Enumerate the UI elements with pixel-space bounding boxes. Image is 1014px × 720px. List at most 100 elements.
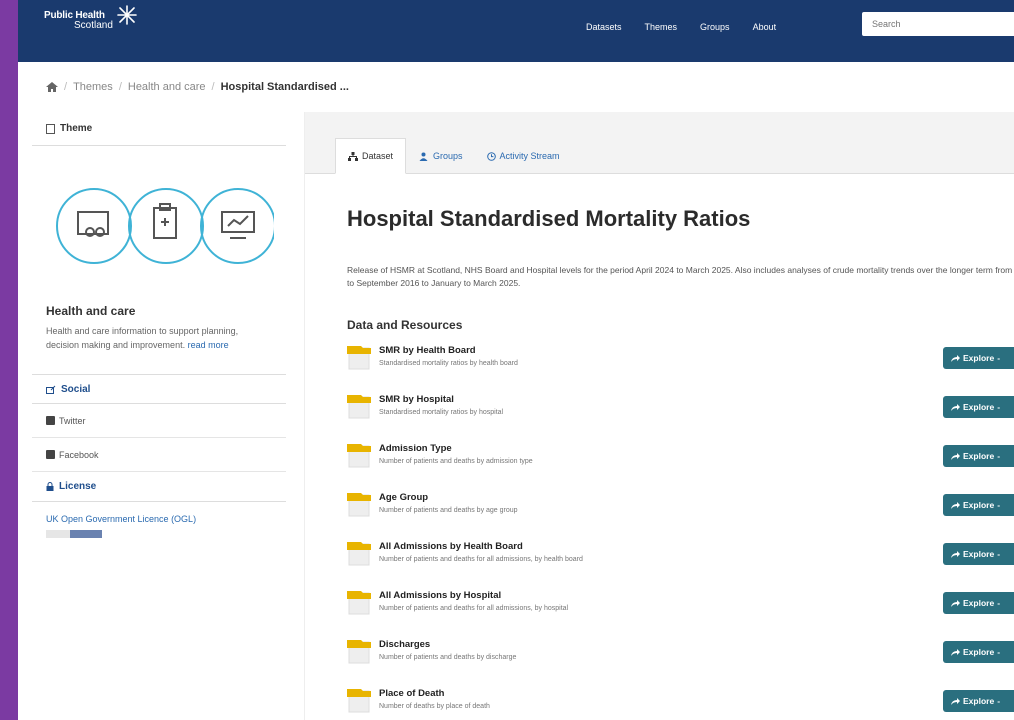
license-heading: License bbox=[32, 472, 286, 502]
share-icon bbox=[46, 385, 56, 394]
logo-line2: Scotland bbox=[74, 20, 113, 31]
open-data-badge-icon[interactable] bbox=[46, 530, 102, 538]
resource-item-4[interactable]: Age Group Number of patients and deaths … bbox=[347, 489, 1014, 538]
resource-item-5[interactable]: All Admissions by Health Board Number of… bbox=[347, 538, 1014, 587]
resource-description: Number of patients and deaths by admissi… bbox=[379, 458, 533, 465]
share-arrow-icon bbox=[951, 501, 960, 509]
explore-button[interactable]: Explore - bbox=[943, 592, 1014, 614]
resource-name[interactable]: SMR by Hospital bbox=[379, 394, 454, 405]
theme-heading-label: Theme bbox=[60, 123, 93, 134]
resource-name[interactable]: Place of Death bbox=[379, 688, 444, 699]
resource-name[interactable]: Discharges bbox=[379, 639, 430, 650]
explore-label: Explore bbox=[963, 598, 995, 608]
home-icon[interactable] bbox=[46, 82, 58, 92]
clock-icon bbox=[486, 151, 496, 161]
explore-label: Explore bbox=[963, 353, 995, 363]
facebook-icon bbox=[46, 450, 55, 459]
resource-description: Number of deaths by place of death bbox=[379, 703, 490, 710]
explore-label: Explore bbox=[963, 696, 995, 706]
resource-description: Number of patients and deaths by age gro… bbox=[379, 507, 518, 514]
site-logo[interactable]: Public Health Scotland bbox=[44, 5, 137, 31]
tab-dataset-label: Dataset bbox=[362, 151, 394, 161]
nav-groups[interactable]: Groups bbox=[700, 22, 730, 32]
tab-activity-stream[interactable]: Activity Stream bbox=[475, 138, 572, 174]
share-arrow-icon bbox=[951, 599, 960, 607]
file-icon bbox=[46, 123, 55, 134]
resource-item-6[interactable]: All Admissions by Hospital Number of pat… bbox=[347, 587, 1014, 636]
file-icon bbox=[347, 493, 371, 517]
explore-button[interactable]: Explore - bbox=[943, 445, 1014, 467]
file-icon bbox=[347, 640, 371, 664]
chevron-down-icon: - bbox=[997, 402, 1001, 412]
resource-name[interactable]: SMR by Health Board bbox=[379, 345, 476, 356]
resource-description: Number of patients and deaths for all ad… bbox=[379, 556, 583, 563]
facebook-label: Facebook bbox=[59, 449, 99, 460]
dataset-tabs: Dataset Groups Activity Stream bbox=[335, 138, 572, 174]
twitter-icon bbox=[46, 416, 55, 425]
tab-groups[interactable]: Groups bbox=[406, 138, 475, 174]
tab-groups-label: Groups bbox=[433, 151, 463, 161]
twitter-label: Twitter bbox=[59, 415, 86, 426]
resource-name[interactable]: Age Group bbox=[379, 492, 428, 503]
resource-list: SMR by Health Board Standardised mortali… bbox=[347, 342, 1014, 720]
theme-title: Health and care bbox=[46, 304, 136, 318]
file-icon bbox=[347, 689, 371, 713]
resources-heading: Data and Resources bbox=[347, 318, 463, 332]
resource-name[interactable]: All Admissions by Health Board bbox=[379, 541, 523, 552]
facebook-link[interactable]: Facebook bbox=[32, 438, 286, 472]
social-heading-label: Social bbox=[61, 383, 91, 395]
explore-button[interactable]: Explore - bbox=[943, 543, 1014, 565]
resource-item-1[interactable]: SMR by Health Board Standardised mortali… bbox=[347, 342, 1014, 391]
explore-button[interactable]: Explore - bbox=[943, 347, 1014, 369]
resource-name[interactable]: All Admissions by Hospital bbox=[379, 590, 501, 601]
nav-about[interactable]: About bbox=[753, 22, 777, 32]
share-arrow-icon bbox=[951, 550, 960, 558]
breadcrumb-separator: / bbox=[64, 81, 68, 93]
resource-name[interactable]: Admission Type bbox=[379, 443, 452, 454]
nav-themes[interactable]: Themes bbox=[645, 22, 678, 32]
file-icon bbox=[347, 444, 371, 468]
resource-description: Number of patients and deaths for all ad… bbox=[379, 605, 569, 612]
chevron-down-icon: - bbox=[997, 647, 1001, 657]
main-content: Dataset Groups Activity Stream Hospital … bbox=[304, 112, 1014, 720]
breadcrumb-separator: / bbox=[118, 81, 122, 93]
breadcrumb: / Themes / Health and care / Hospital St… bbox=[46, 81, 349, 93]
explore-button[interactable]: Explore - bbox=[943, 494, 1014, 516]
resource-item-7[interactable]: Discharges Number of patients and deaths… bbox=[347, 636, 1014, 685]
file-icon bbox=[347, 591, 371, 615]
explore-label: Explore bbox=[963, 500, 995, 510]
resource-item-8[interactable]: Place of Death Number of deaths by place… bbox=[347, 685, 1014, 720]
main-nav: Datasets Themes Groups About bbox=[586, 22, 799, 32]
breadcrumb-themes[interactable]: Themes bbox=[73, 81, 113, 93]
search-input[interactable] bbox=[862, 12, 1014, 36]
chevron-down-icon: - bbox=[997, 353, 1001, 363]
license-heading-label: License bbox=[59, 481, 97, 492]
chevron-down-icon: - bbox=[997, 598, 1001, 608]
breadcrumb-current[interactable]: Hospital Standardised ... bbox=[221, 81, 349, 93]
license-link[interactable]: UK Open Government Licence (OGL) bbox=[32, 502, 286, 524]
breadcrumb-health-and-care[interactable]: Health and care bbox=[128, 81, 206, 93]
tab-bar: Dataset Groups Activity Stream bbox=[305, 112, 1014, 174]
explore-label: Explore bbox=[963, 402, 995, 412]
explore-label: Explore bbox=[963, 647, 995, 657]
health-care-theme-icon bbox=[56, 188, 274, 264]
chevron-down-icon: - bbox=[997, 500, 1001, 510]
explore-button[interactable]: Explore - bbox=[943, 690, 1014, 712]
dataset-notes: Release of HSMR at Scotland, NHS Board a… bbox=[347, 265, 1014, 288]
resource-item-3[interactable]: Admission Type Number of patients and de… bbox=[347, 440, 1014, 489]
resource-description: Standardised mortality ratios by hospita… bbox=[379, 409, 504, 416]
nav-datasets[interactable]: Datasets bbox=[586, 22, 622, 32]
share-arrow-icon bbox=[951, 452, 960, 460]
share-arrow-icon bbox=[951, 648, 960, 656]
read-more-link[interactable]: read more bbox=[188, 340, 229, 350]
theme-image[interactable] bbox=[32, 146, 286, 276]
explore-label: Explore bbox=[963, 549, 995, 559]
tab-dataset[interactable]: Dataset bbox=[335, 138, 407, 174]
explore-button[interactable]: Explore - bbox=[943, 396, 1014, 418]
twitter-link[interactable]: Twitter bbox=[32, 404, 286, 438]
social-heading: Social bbox=[32, 374, 286, 404]
explore-button[interactable]: Explore - bbox=[943, 641, 1014, 663]
resource-item-2[interactable]: SMR by Hospital Standardised mortality r… bbox=[347, 391, 1014, 440]
logo-star-icon bbox=[117, 5, 137, 25]
file-icon bbox=[347, 542, 371, 566]
